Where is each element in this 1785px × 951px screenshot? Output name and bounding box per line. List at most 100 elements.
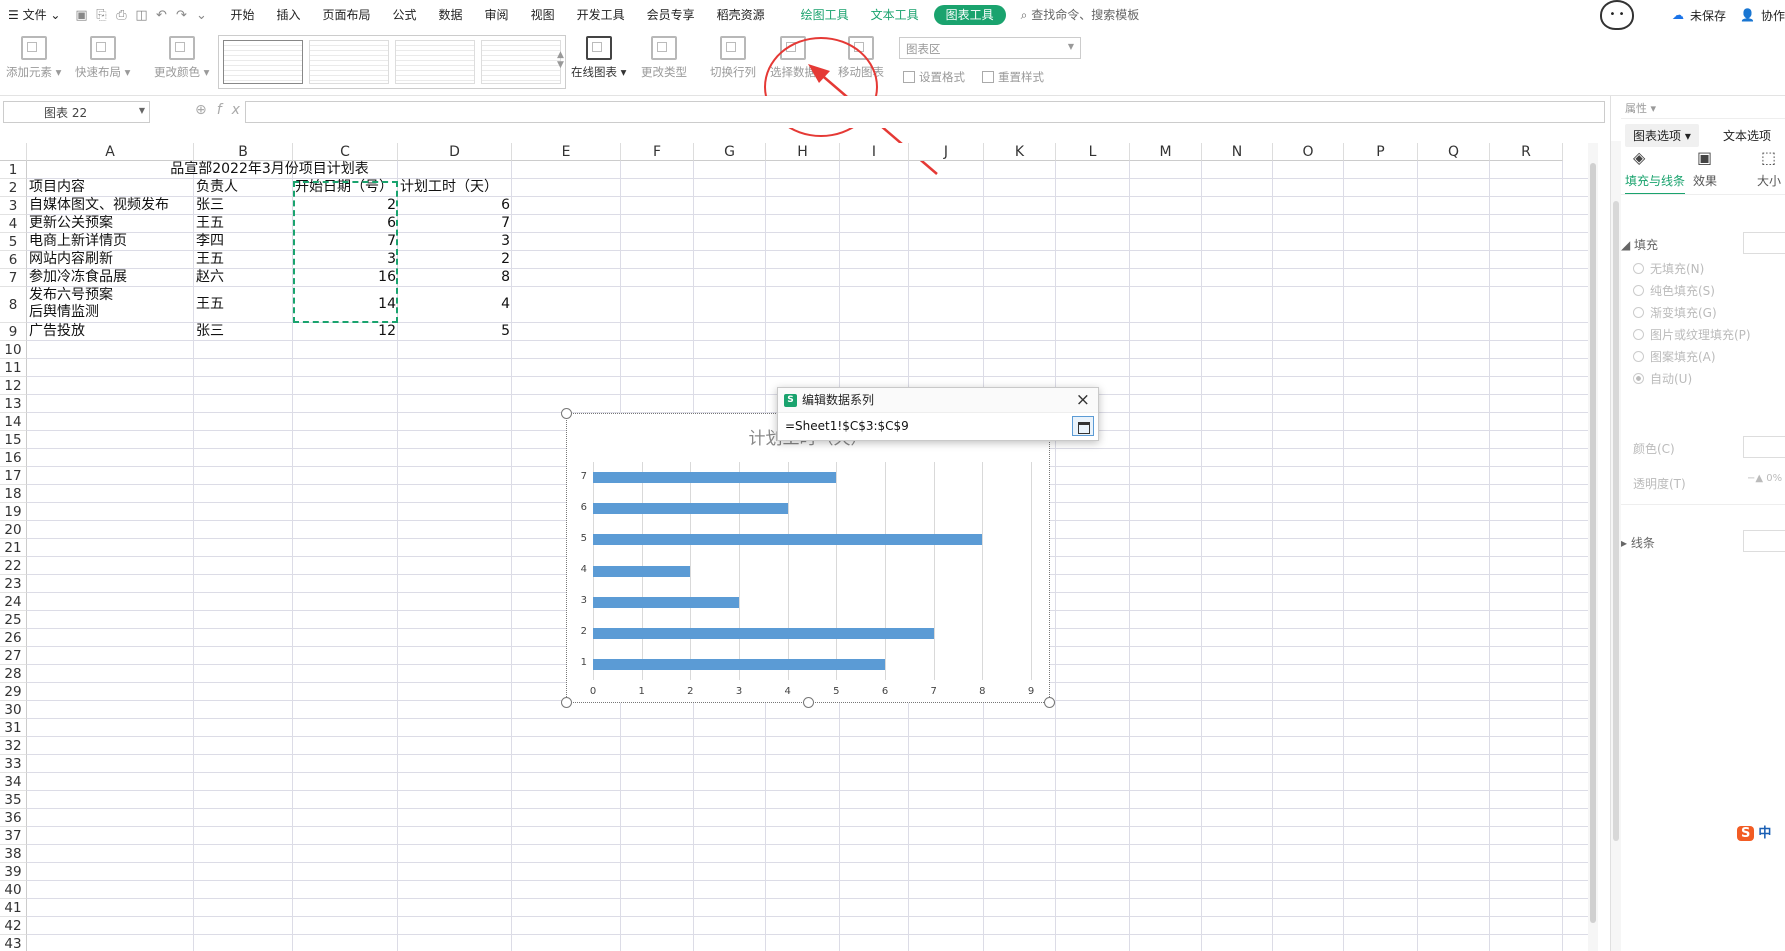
online-chart-button[interactable]: 在线图表 ▾	[571, 36, 626, 80]
item-cell[interactable]: 参加冷冻食品展	[27, 269, 194, 286]
item-cell[interactable]: 网站内容刷新	[27, 251, 194, 268]
owner-cell[interactable]: 王五	[194, 251, 293, 268]
row-header-12[interactable]: 12	[0, 377, 27, 395]
resize-handle-tl[interactable]	[561, 408, 572, 419]
column-header-e[interactable]: E	[512, 143, 621, 161]
column-header-b[interactable]: B	[194, 143, 293, 161]
row-header-21[interactable]: 21	[0, 539, 27, 557]
days-cell[interactable]: 3	[398, 233, 512, 250]
row-header-32[interactable]: 32	[0, 737, 27, 755]
tab-text-options[interactable]: 文本选项	[1723, 127, 1771, 144]
owner-cell[interactable]: 王五	[194, 296, 293, 313]
row-header-38[interactable]: 38	[0, 845, 27, 863]
bar-category-4[interactable]	[593, 565, 691, 577]
resize-handle-bl[interactable]	[561, 697, 572, 708]
redo-icon[interactable]: ↷	[171, 0, 191, 30]
bar-category-7[interactable]	[593, 472, 837, 484]
avatar-cat-icon[interactable]: • •	[1600, 0, 1635, 30]
days-cell[interactable]: 4	[398, 296, 512, 313]
row-header-35[interactable]: 35	[0, 791, 27, 809]
bar-category-5[interactable]	[593, 534, 983, 546]
days-cell[interactable]: 7	[398, 215, 512, 232]
row-header-6[interactable]: 6	[0, 251, 27, 269]
row-header-43[interactable]: 43	[0, 935, 27, 951]
fill-preset-input[interactable]	[1743, 232, 1785, 254]
row-header-10[interactable]: 10	[0, 341, 27, 359]
row-header-20[interactable]: 20	[0, 521, 27, 539]
row-header-26[interactable]: 26	[0, 629, 27, 647]
item-cell-line2[interactable]: 后舆情监测	[27, 304, 194, 321]
tab-review[interactable]: 审阅	[474, 0, 520, 30]
row-header-9[interactable]: 9	[0, 323, 27, 341]
tab-developer[interactable]: 开发工具	[566, 0, 636, 30]
header-cell-item[interactable]: 项目内容	[27, 179, 194, 196]
item-cell[interactable]: 广告投放	[27, 323, 194, 340]
tab-insert[interactable]: 插入	[265, 0, 311, 30]
column-header-m[interactable]: M	[1130, 143, 1202, 161]
row-header-23[interactable]: 23	[0, 575, 27, 593]
column-header-p[interactable]: P	[1344, 143, 1418, 161]
file-menu[interactable]: ☰ 文件 ⌄	[0, 0, 71, 30]
vertical-scrollbar[interactable]	[1588, 143, 1598, 951]
zoom-icon[interactable]: ⊕	[195, 102, 217, 118]
scroll-thumb[interactable]	[1590, 163, 1596, 923]
owner-cell[interactable]: 李四	[194, 233, 293, 250]
customize-icon[interactable]: ⌄	[191, 0, 211, 30]
owner-cell[interactable]: 赵六	[194, 269, 293, 286]
row-header-2[interactable]: 2	[0, 179, 27, 197]
subtab-effect[interactable]: 效果	[1693, 172, 1717, 189]
plot-area[interactable]: 0 1 2 3 4 5 6 7 8 9 1 2 3 4 5 6 7	[581, 462, 1034, 697]
row-header-4[interactable]: 4	[0, 215, 27, 233]
row-header-31[interactable]: 31	[0, 719, 27, 737]
row-header-7[interactable]: 7	[0, 269, 27, 287]
column-header-d[interactable]: D	[398, 143, 512, 161]
column-header-h[interactable]: H	[766, 143, 840, 161]
tab-start[interactable]: 开始	[219, 0, 265, 30]
undo-icon[interactable]: ↶	[151, 0, 171, 30]
row-header-5[interactable]: 5	[0, 233, 27, 251]
column-header-g[interactable]: G	[694, 143, 766, 161]
reset-style-button[interactable]: 重置样式	[982, 69, 1044, 85]
days-cell[interactable]: 8	[398, 269, 512, 286]
gallery-more-icon[interactable]: ▲ ▼	[557, 50, 564, 70]
row-header-17[interactable]: 17	[0, 467, 27, 485]
column-header-n[interactable]: N	[1202, 143, 1273, 161]
row-header-1[interactable]: 1	[0, 161, 27, 179]
close-icon[interactable]: ×	[1076, 388, 1090, 413]
header-cell-owner[interactable]: 负责人	[194, 179, 293, 196]
row-header-13[interactable]: 13	[0, 395, 27, 413]
row-header-27[interactable]: 27	[0, 647, 27, 665]
row-header-11[interactable]: 11	[0, 359, 27, 377]
color-picker[interactable]	[1743, 436, 1785, 458]
column-header-r[interactable]: R	[1490, 143, 1563, 161]
row-header-37[interactable]: 37	[0, 827, 27, 845]
tab-drawing-tools[interactable]: 绘图工具	[790, 0, 860, 30]
bar-chart[interactable]: 计划工时（天） 01234567891234567	[561, 408, 1055, 708]
owner-cell[interactable]: 张三	[194, 197, 293, 214]
chart-element-select[interactable]: 图表区 ▼	[899, 37, 1081, 59]
ime-indicator[interactable]: S中	[1737, 822, 1771, 841]
subtab-size[interactable]: 大小	[1757, 172, 1781, 189]
chart-style-3[interactable]	[395, 40, 475, 84]
chart-style-4[interactable]	[481, 40, 561, 84]
column-header-l[interactable]: L	[1056, 143, 1130, 161]
days-cell[interactable]: 6	[398, 197, 512, 214]
tab-member[interactable]: 会员专享	[636, 0, 706, 30]
save-icon[interactable]: ▣	[71, 0, 91, 30]
column-header-j[interactable]: J	[909, 143, 984, 161]
row-header-33[interactable]: 33	[0, 755, 27, 773]
fill-option[interactable]: 自动(U)	[1633, 370, 1692, 387]
export-icon[interactable]: ⎘	[91, 0, 111, 30]
row-header-36[interactable]: 36	[0, 809, 27, 827]
fill-option[interactable]: 无填充(N)	[1633, 260, 1704, 277]
header-cell-days[interactable]: 计划工时（天）	[398, 179, 512, 196]
row-header-25[interactable]: 25	[0, 611, 27, 629]
tab-chart-options[interactable]: 图表选项 ▾	[1625, 124, 1699, 147]
row-header-28[interactable]: 28	[0, 665, 27, 683]
start-cell[interactable]: 12	[293, 323, 398, 340]
resize-handle-b[interactable]	[803, 697, 814, 708]
row-header-8[interactable]: 8	[0, 287, 27, 323]
panel-header[interactable]: 属性 ▾	[1625, 100, 1656, 116]
bar-category-2[interactable]	[593, 627, 934, 639]
resize-handle-br[interactable]	[1044, 697, 1055, 708]
